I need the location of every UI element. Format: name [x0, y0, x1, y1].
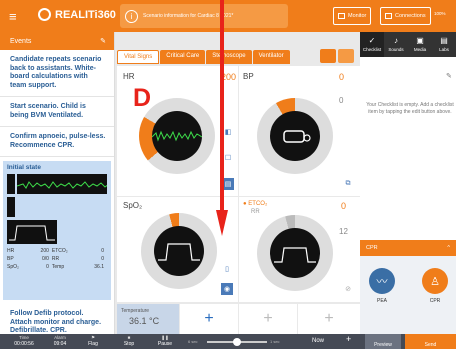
- monitor-button[interactable]: Monitor: [333, 7, 372, 25]
- event-item[interactable]: Candidate repeats scenario back to assis…: [0, 50, 114, 97]
- image-icon: ▣: [416, 36, 424, 45]
- bp-panel[interactable]: BP 0 0 ⧉: [239, 66, 360, 196]
- timeline-knob[interactable]: [233, 338, 241, 346]
- chevron-up-icon: ^: [447, 245, 450, 251]
- tab-stethoscope[interactable]: Stethoscope: [206, 50, 252, 64]
- mini-thumbnail: [7, 197, 15, 217]
- initial-state-card[interactable]: Initial state HR 200 ETCO₂ 0 BP 0/0 RR 0 SpO₂ 0…: [3, 161, 111, 300]
- bp-gauge: [257, 98, 333, 174]
- alarm-display: Alarm 09:04: [53, 335, 67, 347]
- etco2-label: ● ETCO₂: [243, 201, 268, 207]
- mini-blank: [17, 197, 107, 215]
- battery-icon[interactable]: ▯: [221, 263, 233, 275]
- etco2-panel[interactable]: ● ETCO₂ RR 0 12 ⊘: [239, 197, 360, 302]
- state-title: Initial state: [7, 164, 41, 171]
- info-icon: i: [125, 9, 138, 23]
- event-item[interactable]: Start scenario. Child is being BVM Venti…: [0, 97, 114, 127]
- events-panel: Events ✎ Candidate repeats scenario back…: [0, 32, 115, 334]
- mini-thumbnail: [7, 174, 15, 194]
- cpr-panel: 〰 PEA ♙ CPR: [360, 256, 456, 334]
- add-parameter-button[interactable]: +: [298, 304, 360, 334]
- app-logo: REALITi360: [38, 8, 116, 21]
- eye-off-icon[interactable]: ⊘: [342, 283, 354, 295]
- annotation-letter: D: [133, 84, 152, 112]
- top-bar: ≡ REALITi360 i Scenario information for …: [0, 0, 456, 32]
- preview-button[interactable]: Preview: [365, 334, 401, 349]
- add-parameter-button[interactable]: +: [180, 304, 238, 334]
- cpr-icon: ♙: [422, 268, 448, 294]
- tab-media[interactable]: ▣ Media: [408, 32, 432, 57]
- checkmark-icon: ✓: [368, 36, 376, 45]
- scenario-info-button[interactable]: i Scenario information for Cardiac 8 202…: [120, 4, 288, 28]
- edit-icon[interactable]: ✎: [100, 37, 106, 45]
- add-parameter-button[interactable]: +: [239, 304, 297, 334]
- tab-sounds[interactable]: ♪ Sounds: [384, 32, 408, 57]
- connections-button[interactable]: Connections: [380, 7, 431, 25]
- tab-labs[interactable]: ▤ Labs: [432, 32, 456, 57]
- send-button[interactable]: Send: [405, 334, 456, 349]
- rotate-button[interactable]: [320, 49, 336, 63]
- external-link-icon[interactable]: ⧉: [342, 178, 354, 190]
- event-item[interactable]: Confirm apnoeic, pulse-less. Recommence …: [0, 127, 114, 157]
- temperature-panel[interactable]: Temperature 36.1 °C: [117, 304, 179, 334]
- hamburger-icon[interactable]: ≡: [9, 9, 17, 24]
- tab-ventilator[interactable]: Ventilator: [252, 50, 290, 64]
- time-display: Time 00:00:56: [14, 335, 34, 347]
- monitor-tabs: Vital Signs Critical Care Stethoscope Ve…: [117, 50, 290, 64]
- pause-button[interactable]: ❚❚ Pause: [154, 335, 176, 347]
- eye-icon[interactable]: ◉: [221, 283, 233, 295]
- logo-icon: [38, 8, 51, 21]
- state-values-table: HR 200 ETCO₂ 0 BP 0/0 RR 0 SpO₂ 0 Temp 36.1: [7, 248, 104, 270]
- tab-critical-care[interactable]: Critical Care: [160, 50, 206, 64]
- edit-icon[interactable]: ✎: [446, 72, 452, 80]
- plus-icon[interactable]: +: [346, 335, 351, 344]
- music-note-icon: ♪: [394, 36, 398, 45]
- timeline-end-label: 1 sec: [270, 339, 280, 344]
- bottom-bar: Time 00:00:56 Alarm 09:04 ⚑ Flag ■ Stop ❚❚ Pa…: [0, 334, 456, 349]
- tab-vital-signs[interactable]: Vital Signs: [117, 50, 160, 64]
- grid-button[interactable]: [338, 49, 354, 63]
- monitor-area: Vital Signs Critical Care Stethoscope Ve…: [117, 32, 360, 334]
- labs-icon: ▤: [440, 36, 448, 45]
- mini-ecg-wave: [17, 174, 107, 194]
- annotation-arrow: [216, 0, 228, 236]
- events-header: Events ✎: [0, 32, 114, 50]
- timeline-start-label: 6 sec: [188, 339, 198, 344]
- pulse-wave-icon: 〰: [369, 268, 395, 294]
- connections-icon: [385, 13, 392, 19]
- right-tabs: ✓ Checklist ♪ Sounds ▣ Media ▤ Labs: [360, 32, 456, 57]
- hr-waveform: [152, 111, 202, 161]
- flag-button[interactable]: ⚑ Flag: [82, 335, 104, 347]
- cpr-pea-button[interactable]: 〰 PEA: [367, 268, 397, 304]
- cpr-start-button[interactable]: ♙ CPR: [420, 268, 450, 304]
- battery-indicator: 100%: [434, 11, 446, 16]
- etco2-waveform: [270, 228, 320, 278]
- checklist-empty-text: Your Checklist is empty. Add a checklist…: [366, 102, 454, 115]
- mini-pleth-wave: [7, 220, 57, 244]
- etco2-gauge: [257, 215, 333, 291]
- right-panel: ✓ Checklist ♪ Sounds ▣ Media ▤ Labs ✎ Your C…: [360, 32, 456, 334]
- monitor-icon: [338, 13, 345, 19]
- bp-cuff-icon: [270, 111, 320, 161]
- stop-button[interactable]: ■ Stop: [118, 335, 140, 347]
- spo2-gauge: [141, 213, 217, 289]
- tab-checklist[interactable]: ✓ Checklist: [360, 32, 384, 57]
- now-button[interactable]: Now: [312, 338, 324, 344]
- spo2-waveform: [154, 226, 204, 276]
- cpr-header[interactable]: CPR ^: [360, 240, 456, 256]
